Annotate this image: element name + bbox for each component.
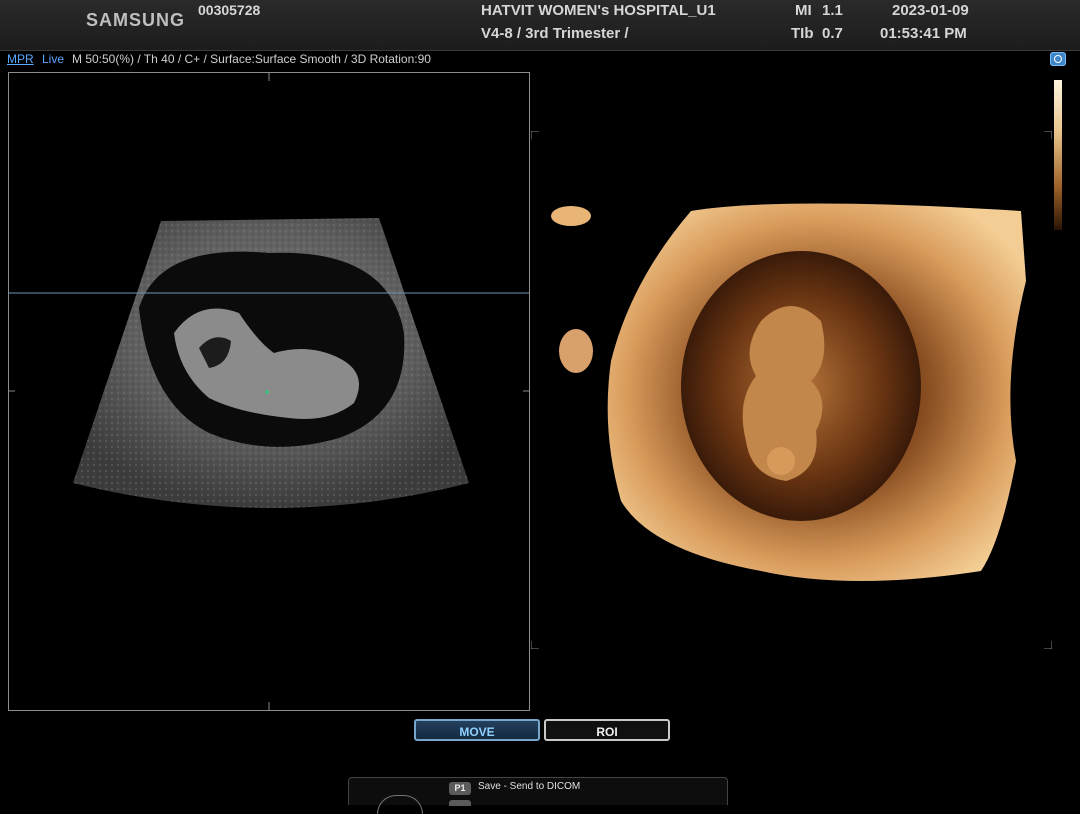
mi-value: 1.1 xyxy=(822,2,843,19)
mpr-mode-link[interactable]: MPR xyxy=(7,50,34,68)
patient-id: 00305728 xyxy=(198,2,261,18)
render-params: M 50:50(%) / Th 40 / C+ / Surface:Surfac… xyxy=(72,52,431,66)
p1-key[interactable]: P1 xyxy=(449,782,471,795)
info-bar: MPR Live M 50:50(%) / Th 40 / C+ / Surfa… xyxy=(0,50,1080,68)
mi-label: MI xyxy=(795,2,812,19)
mpr-image xyxy=(9,73,529,710)
move-button[interactable]: MOVE xyxy=(414,719,540,741)
p1-action-label: Save - Send to DICOM xyxy=(478,781,581,792)
hospital-name: HATVIT WOMEN's HOSPITAL_U1 xyxy=(481,2,716,19)
trackball-knob-icon xyxy=(377,795,423,814)
tib-value: 0.7 xyxy=(822,25,843,42)
exam-time: 01:53:41 PM xyxy=(880,25,967,42)
exam-date: 2023-01-09 xyxy=(892,2,969,19)
tib-label: TIb xyxy=(791,25,814,42)
volume-render-image xyxy=(530,130,1053,650)
camera-icon[interactable] xyxy=(1050,52,1066,66)
header-bar: SAMSUNG 00305728 HATVIT WOMEN's HOSPITAL… xyxy=(0,0,1080,51)
roi-button[interactable]: ROI xyxy=(544,719,670,741)
live-indicator: Live xyxy=(42,52,65,66)
p2-key[interactable] xyxy=(449,800,471,806)
probe-preset: V4-8 / 3rd Trimester / xyxy=(481,25,629,42)
render-colorbar xyxy=(1054,80,1062,230)
mpr-view[interactable] xyxy=(8,72,530,711)
volume-render-view[interactable] xyxy=(530,130,1053,650)
brand-logo: SAMSUNG xyxy=(86,10,186,30)
softkey-panel: P1 Save - Send to DICOM xyxy=(348,777,728,814)
